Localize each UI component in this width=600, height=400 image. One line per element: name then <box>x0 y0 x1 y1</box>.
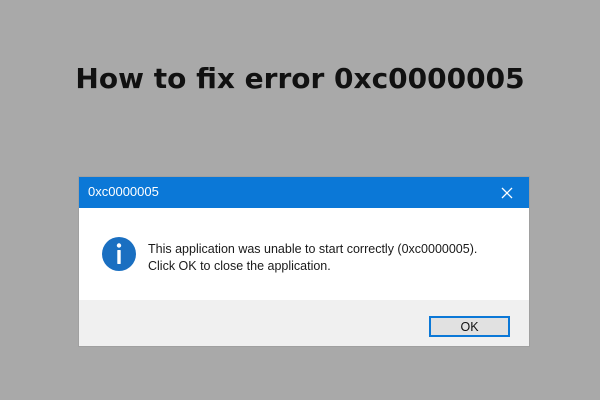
message-line-1: This application was unable to start cor… <box>148 242 478 256</box>
dialog-titlebar[interactable]: 0xc0000005 <box>79 177 529 208</box>
dialog-message: This application was unable to start cor… <box>148 241 477 275</box>
info-icon <box>102 237 136 271</box>
message-line-2: Click OK to close the application. <box>148 259 331 273</box>
dialog-title: 0xc0000005 <box>88 184 159 199</box>
close-icon <box>501 187 513 198</box>
page-headline: How to fix error 0xc0000005 <box>75 62 525 95</box>
error-dialog: 0xc0000005 This application was unable t… <box>79 177 529 346</box>
dialog-content: This application was unable to start cor… <box>79 208 529 300</box>
dialog-footer: OK <box>79 300 529 346</box>
ok-button[interactable]: OK <box>429 316 510 337</box>
close-button[interactable] <box>485 177 529 208</box>
